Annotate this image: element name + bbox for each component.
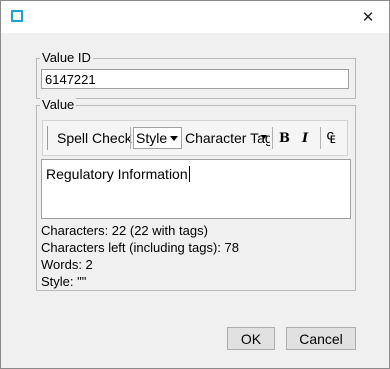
close-button[interactable]: ✕ [351,5,385,29]
toolbar-grip[interactable] [47,126,48,150]
style-select[interactable]: Style [133,127,182,149]
character-tags-label: Character Tag [185,130,270,146]
style-info: Style: "" [41,274,87,289]
value-id-field[interactable]: 6147221 [41,69,349,89]
italic-button[interactable]: I [302,121,308,155]
formatting-toolbar: Spell Check Style Character Tag B I ₠ [42,120,348,156]
text-statistics: Characters: 22 (22 with tags) Characters… [41,222,239,290]
value-legend: Value [40,97,77,113]
characters-count: Characters: 22 (22 with tags) [41,223,208,238]
dialog-window: ✕ Value ID 6147221 Value Spell Check Sty… [0,0,390,369]
toolbar-separator [272,127,273,149]
text-caret [188,166,190,182]
style-select-label: Style [136,130,168,146]
bold-button[interactable]: B [279,121,290,155]
close-icon: ✕ [361,9,375,26]
editor-text: Regulatory Information [46,166,188,182]
character-tags-select[interactable]: Character Tag [185,127,270,149]
value-id-legend: Value ID [40,50,93,66]
toolbar-separator [320,127,321,149]
ok-button[interactable]: OK [227,327,275,350]
characters-left: Characters left (including tags): 78 [41,240,239,255]
special-characters-icon[interactable]: ₠ [327,121,335,155]
title-bar: ✕ [1,1,389,33]
words-count: Words: 2 [41,257,93,272]
value-id-group: Value ID 6147221 [36,50,356,99]
toolbar-separator [130,127,131,149]
value-group: Value Spell Check Style Character Tag B … [36,97,356,291]
spell-check-button[interactable]: Spell Check [57,121,132,155]
dropdown-arrow-icon [170,136,178,141]
value-editor[interactable]: Regulatory Information [41,159,351,219]
dropdown-arrow-icon [261,135,267,139]
app-icon [11,10,23,22]
cancel-button[interactable]: Cancel [286,327,356,350]
